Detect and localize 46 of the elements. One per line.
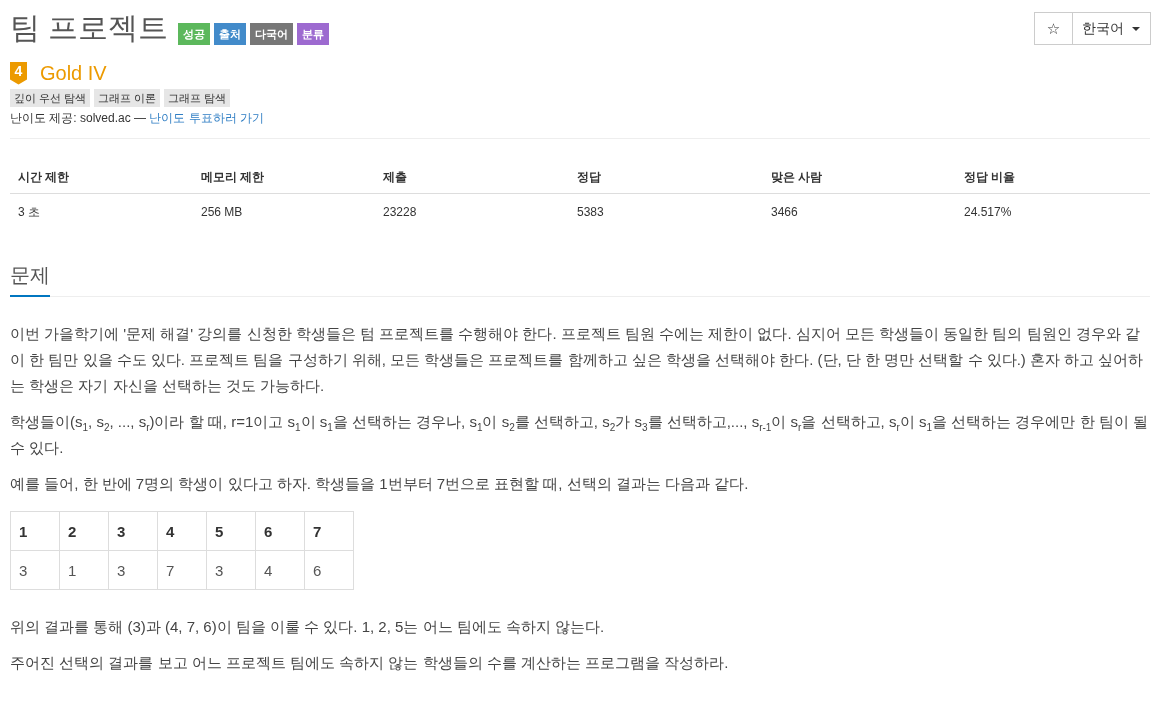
column-header: 3 — [108, 511, 158, 551]
vote-link[interactable]: 난이도 투표하러 가기 — [149, 111, 265, 125]
table-cell: 3466 — [763, 193, 956, 230]
column-header: 메모리 제한 — [193, 161, 375, 194]
column-header: 4 — [157, 511, 207, 551]
star-button[interactable]: ☆ — [1034, 12, 1073, 45]
caret-icon — [1132, 26, 1140, 31]
table-cell: 6 — [304, 550, 354, 590]
table-cell: 4 — [255, 550, 305, 590]
tier-name: Gold IV — [40, 61, 107, 85]
column-header: 맞은 사람 — [763, 161, 956, 194]
table-cell: 256 MB — [193, 193, 375, 230]
problem-title: 팀 프로젝트 — [10, 10, 169, 46]
column-header: 정답 — [569, 161, 763, 194]
algorithm-tag[interactable]: 깊이 우선 탐색 — [10, 89, 91, 107]
table-cell: 3 — [10, 550, 60, 590]
difficulty-source-text: 난이도 제공: solved.ac — 난이도 투표하러 가기 — [10, 110, 265, 127]
problem-paragraph: 위의 결과를 통해 (3)과 (4, 7, 6)이 팀을 이룰 수 있다. 1, 2, 5는 어느 팀에도 속하지 않는다. — [10, 617, 606, 637]
column-header: 시간 제한 — [10, 161, 193, 194]
column-header: 6 — [255, 511, 305, 551]
status-label[interactable]: 출처 — [214, 23, 247, 45]
table-cell: 1 — [59, 550, 109, 590]
table-cell: 3 초 — [10, 193, 193, 230]
algorithm-tag[interactable]: 그래프 이론 — [94, 89, 161, 107]
table-cell: 24.517% — [956, 193, 1150, 230]
column-header: 5 — [206, 511, 256, 551]
column-header: 7 — [304, 511, 354, 551]
column-header: 1 — [10, 511, 60, 551]
problem-paragraph: 이번 가을학기에 '문제 해결' 강의를 신청한 학생들은 텀 프로젝트를 수행해야 한다. 프로젝트 팀원 수에는 제한이 없다. 심지어 모든 학생들이 동일한 팀의 팀원인 경우와 같이 한 팀만 있을 수도 있다. 프로젝트 팀을 구성하기 위해, 모든 학생들은 프로젝트를 함께하고 싶은 학생을 선택해야 한다. (단, 단 한 명만 선택할 수 있다.) 혼자 하고 싶어하는 학생은 자기 자신을 선택하는 것도 가능하다. — [10, 324, 1145, 396]
tier-badge: 4 — [10, 61, 27, 85]
algorithm-tag[interactable]: 그래프 탐색 — [164, 89, 231, 107]
table-cell: 7 — [157, 550, 207, 590]
language-dropdown[interactable]: 한국어 — [1073, 12, 1151, 45]
table-cell: 5383 — [569, 193, 763, 230]
table-cell: 3 — [206, 550, 256, 590]
column-header: 제출 — [375, 161, 569, 194]
problem-paragraph: 학생들이(s$_{1}$, s$_{2}$, ..., s$_{r}$)이라 할 때, r=1이고 s$_{1}$이 s$_{1}$을 선택하는 경우나, s$_{1}$이 s$_{2}$를 선택하고, s$_{2}$가 s$_{3}$를 선택하고,..., s$_{r-1}$이 s$_{r}$을 선택하고, s$_{r}$이 s$_{1}$을 선택하는 경우에만 한 팀이 될 수 있다. — [10, 412, 1149, 458]
section-title: 문제 — [10, 260, 50, 297]
column-header: 정답 비율 — [956, 161, 1150, 194]
column-header: 2 — [59, 511, 109, 551]
status-label[interactable]: 다국어 — [250, 23, 294, 45]
problem-paragraph: 예를 들어, 한 반에 7명의 학생이 있다고 하자. 학생들을 1번부터 7번으로 표현할 때, 선택의 결과는 다음과 같다. — [10, 474, 750, 494]
problem-paragraph: 주어진 선택의 결과를 보고 어느 프로젝트 팀에도 속하지 않는 학생들의 수를 계산하는 프로그램을 작성하라. — [10, 653, 730, 673]
table-cell: 23228 — [375, 193, 569, 230]
table-cell: 3 — [108, 550, 158, 590]
status-label[interactable]: 분류 — [297, 23, 330, 45]
